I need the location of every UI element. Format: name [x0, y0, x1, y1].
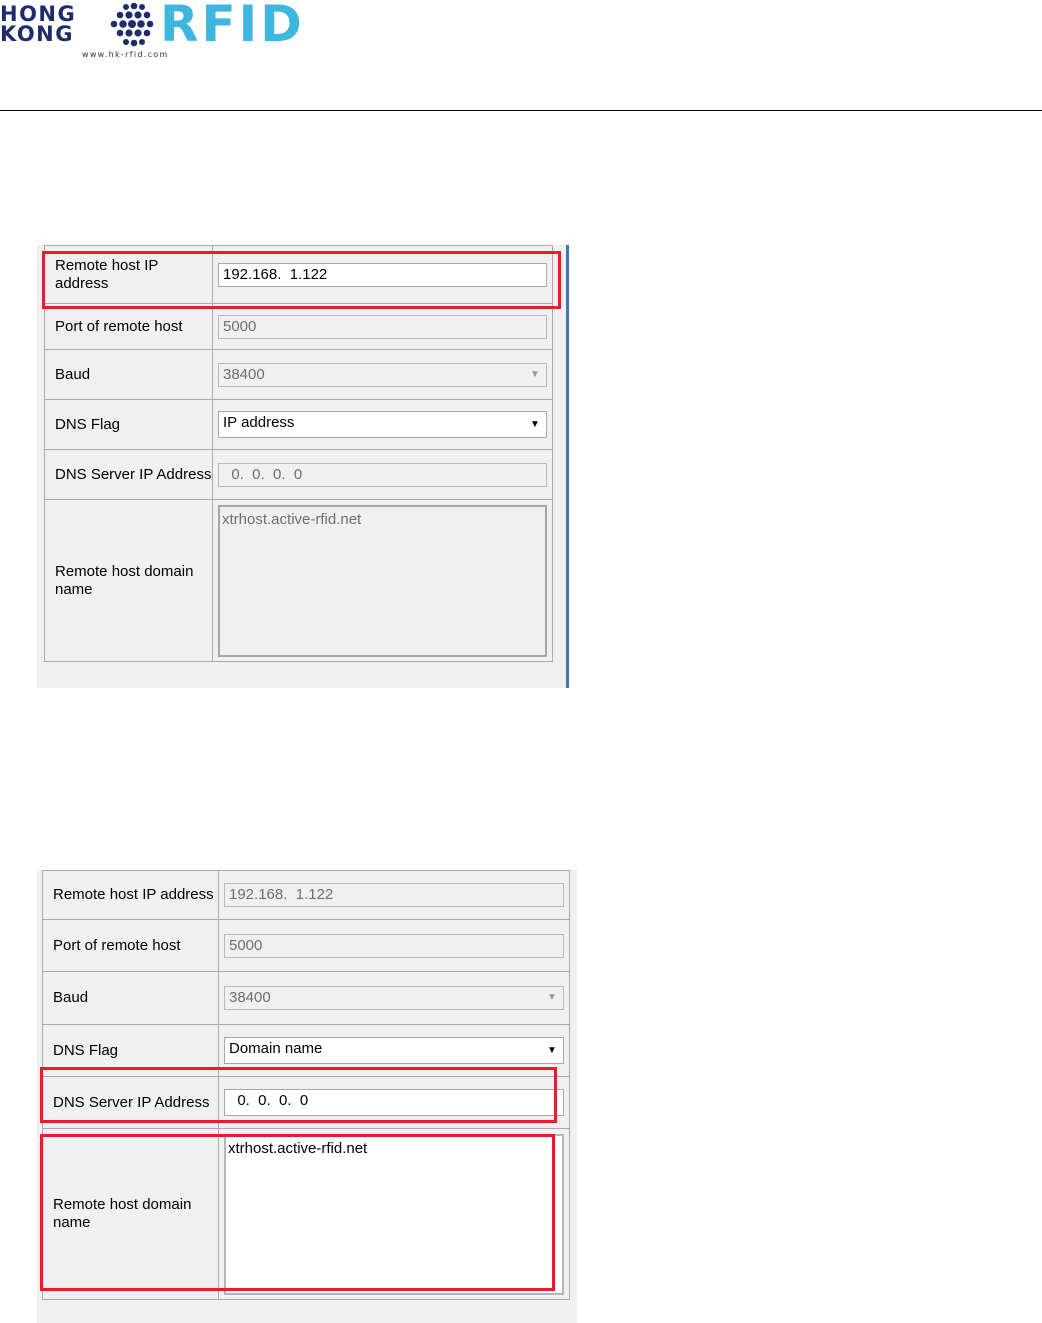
settings-panel-domain-mode: Remote host IP address 192.168. 1.122 Po… — [37, 870, 577, 1323]
dropdown-arrow-icon[interactable]: ▼ — [524, 364, 546, 386]
dns-flag-value: Domain name — [229, 1040, 323, 1057]
dns-server-label: DNS Server IP Address — [44, 449, 213, 500]
baud-select[interactable]: 38400 ▼ — [218, 362, 547, 387]
row-dns-flag: DNS Flag IP address ▼ — [44, 399, 553, 450]
scrollbar-edge — [566, 245, 569, 688]
row-port: Port of remote host 5000 — [42, 919, 570, 972]
row-dns-server: DNS Server IP Address 0. 0. 0. 0 — [42, 1076, 570, 1129]
logo-text-rfid: RFID — [160, 0, 305, 53]
port-label: Port of remote host — [42, 919, 219, 972]
logo-url: www.hk-rfid.com — [82, 50, 169, 59]
domain-label: Remote host domain name — [44, 499, 213, 662]
dns-flag-value: IP address — [223, 414, 295, 431]
row-baud: Baud 38400 ▼ — [44, 349, 553, 400]
remote-ip-label: Remote host IP address — [42, 870, 219, 920]
row-remote-ip: Remote host IP address 192.168. 1.122 — [44, 245, 553, 304]
logo-dots-icon — [110, 2, 154, 47]
row-domain: Remote host domain name xtrhost.active-r… — [42, 1128, 570, 1300]
row-domain: Remote host domain name xtrhost.active-r… — [44, 499, 553, 662]
company-logo: HONG KONG RFID www.hk-rfid.com — [0, 0, 302, 70]
remote-ip-label: Remote host IP address — [44, 245, 213, 304]
settings-grid: Remote host IP address 192.168. 1.122 Po… — [44, 245, 553, 662]
remote-ip-input[interactable]: 192.168. 1.122 — [218, 262, 547, 287]
baud-label: Baud — [42, 971, 219, 1025]
dns-flag-label: DNS Flag — [42, 1024, 219, 1077]
dns-flag-select[interactable]: Domain name ▼ — [224, 1037, 564, 1064]
remote-ip-input[interactable]: 192.168. 1.122 — [224, 883, 564, 907]
dropdown-arrow-icon[interactable]: ▼ — [541, 987, 563, 1009]
dns-server-input[interactable]: 0. 0. 0. 0 — [218, 462, 547, 487]
domain-textarea[interactable]: xtrhost.active-rfid.net — [224, 1133, 564, 1295]
settings-panel-ip-mode: Remote host IP address 192.168. 1.122 Po… — [37, 245, 569, 688]
settings-grid: Remote host IP address 192.168. 1.122 Po… — [42, 870, 570, 1300]
port-input[interactable]: 5000 — [218, 314, 547, 339]
row-baud: Baud 38400 ▼ — [42, 971, 570, 1025]
port-label: Port of remote host — [44, 303, 213, 350]
domain-label: Remote host domain name — [42, 1128, 219, 1300]
baud-label: Baud — [44, 349, 213, 400]
row-dns-flag: DNS Flag Domain name ▼ — [42, 1024, 570, 1077]
dropdown-arrow-icon[interactable]: ▼ — [524, 412, 546, 437]
row-dns-server: DNS Server IP Address 0. 0. 0. 0 — [44, 449, 553, 500]
dns-flag-label: DNS Flag — [44, 399, 213, 450]
baud-value: 38400 — [223, 365, 265, 383]
domain-textarea[interactable]: xtrhost.active-rfid.net — [218, 504, 547, 657]
row-remote-ip: Remote host IP address 192.168. 1.122 — [42, 870, 570, 920]
dropdown-arrow-icon[interactable]: ▼ — [541, 1038, 563, 1063]
port-input[interactable]: 5000 — [224, 933, 564, 958]
dns-server-label: DNS Server IP Address — [42, 1076, 219, 1129]
dns-server-input[interactable]: 0. 0. 0. 0 — [224, 1089, 564, 1116]
row-port: Port of remote host 5000 — [44, 303, 553, 350]
logo-text-kong: KONG — [0, 22, 74, 46]
header-divider — [0, 110, 1042, 111]
baud-value: 38400 — [229, 989, 271, 1006]
baud-select[interactable]: 38400 ▼ — [224, 986, 564, 1010]
dns-flag-select[interactable]: IP address ▼ — [218, 411, 547, 438]
